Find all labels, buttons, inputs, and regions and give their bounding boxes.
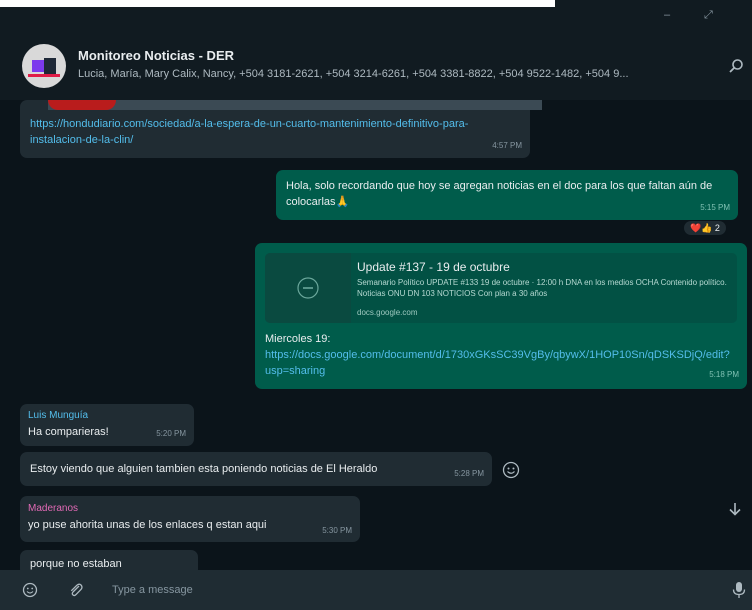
- minimize-button[interactable]: –: [664, 9, 670, 21]
- scroll-down-icon[interactable]: [726, 500, 744, 518]
- message-incoming: Estoy viendo que alguien tambien esta po…: [20, 452, 492, 486]
- search-icon[interactable]: [728, 58, 744, 74]
- preview-description: Semanario Político UPDATE #133 19 de oct…: [357, 278, 727, 298]
- chat-title: Monitoreo Noticias - DER: [78, 48, 235, 63]
- restore-button[interactable]: ⤢: [704, 9, 713, 22]
- message-incoming: Maderanos yo puse ahorita unas de los en…: [20, 496, 360, 542]
- preview-domain: docs.google.com: [357, 308, 418, 317]
- message-time: 5:28 PM: [454, 469, 484, 478]
- chat-header[interactable]: Monitoreo Noticias - DER Lucia, María, M…: [0, 28, 752, 100]
- message-input[interactable]: [112, 580, 712, 600]
- message-time: 5:30 PM: [322, 526, 352, 535]
- emoji-icon[interactable]: [22, 582, 38, 598]
- message-text: Estoy viendo que alguien tambien esta po…: [30, 463, 378, 475]
- group-avatar[interactable]: [22, 44, 66, 88]
- message-incoming: porque no estaban: [20, 550, 198, 570]
- message-outgoing: Hola, solo recordando que hoy se agregan…: [276, 170, 738, 220]
- message-outgoing-doc: Update #137 - 19 de octubre Semanario Po…: [255, 243, 747, 389]
- link-icon: [297, 277, 319, 299]
- link-thumbnail: [265, 253, 351, 323]
- message-text: Ha comparieras!: [28, 426, 109, 438]
- message-sender[interactable]: Luis Munguía: [28, 408, 88, 424]
- message-link[interactable]: https://docs.google.com/document/d/1730x…: [265, 347, 730, 379]
- message-incoming-link: https://hondudiario.com/sociedad/a-la-es…: [20, 100, 542, 158]
- message-list[interactable]: https://hondudiario.com/sociedad/a-la-es…: [0, 100, 752, 570]
- chat-members: Lucia, María, Mary Calix, Nancy, +504 31…: [78, 68, 629, 80]
- message-time: 5:18 PM: [709, 370, 739, 379]
- message-text: yo puse ahorita unas de los enlaces q es…: [28, 519, 267, 531]
- link-preview[interactable]: Update #137 - 19 de octubre Semanario Po…: [265, 253, 737, 323]
- react-emoji-icon[interactable]: [502, 461, 520, 479]
- message-link[interactable]: https://hondudiario.com/sociedad/a-la-es…: [30, 116, 520, 148]
- message-incoming: Luis Munguía Ha comparieras! 5:20 PM: [20, 404, 194, 446]
- message-time: 4:57 PM: [492, 141, 522, 150]
- preview-title: Update #137 - 19 de octubre: [357, 260, 510, 274]
- message-text: Hola, solo recordando que hoy se agregan…: [286, 180, 713, 208]
- composer-bar: [0, 570, 752, 610]
- link-image: [48, 100, 542, 110]
- title-bar-highlight: [0, 0, 555, 7]
- message-reactions[interactable]: ❤️👍 2: [684, 221, 726, 235]
- message-sender[interactable]: Maderanos: [28, 501, 78, 517]
- message-text: porque no estaban: [30, 558, 122, 570]
- microphone-icon[interactable]: [732, 581, 746, 599]
- title-bar: – ⤢: [0, 0, 752, 28]
- message-time: 5:20 PM: [156, 429, 186, 438]
- message-time: 5:15 PM: [700, 203, 730, 212]
- message-text: Miercoles 19:: [265, 333, 331, 345]
- attach-icon[interactable]: [68, 582, 84, 598]
